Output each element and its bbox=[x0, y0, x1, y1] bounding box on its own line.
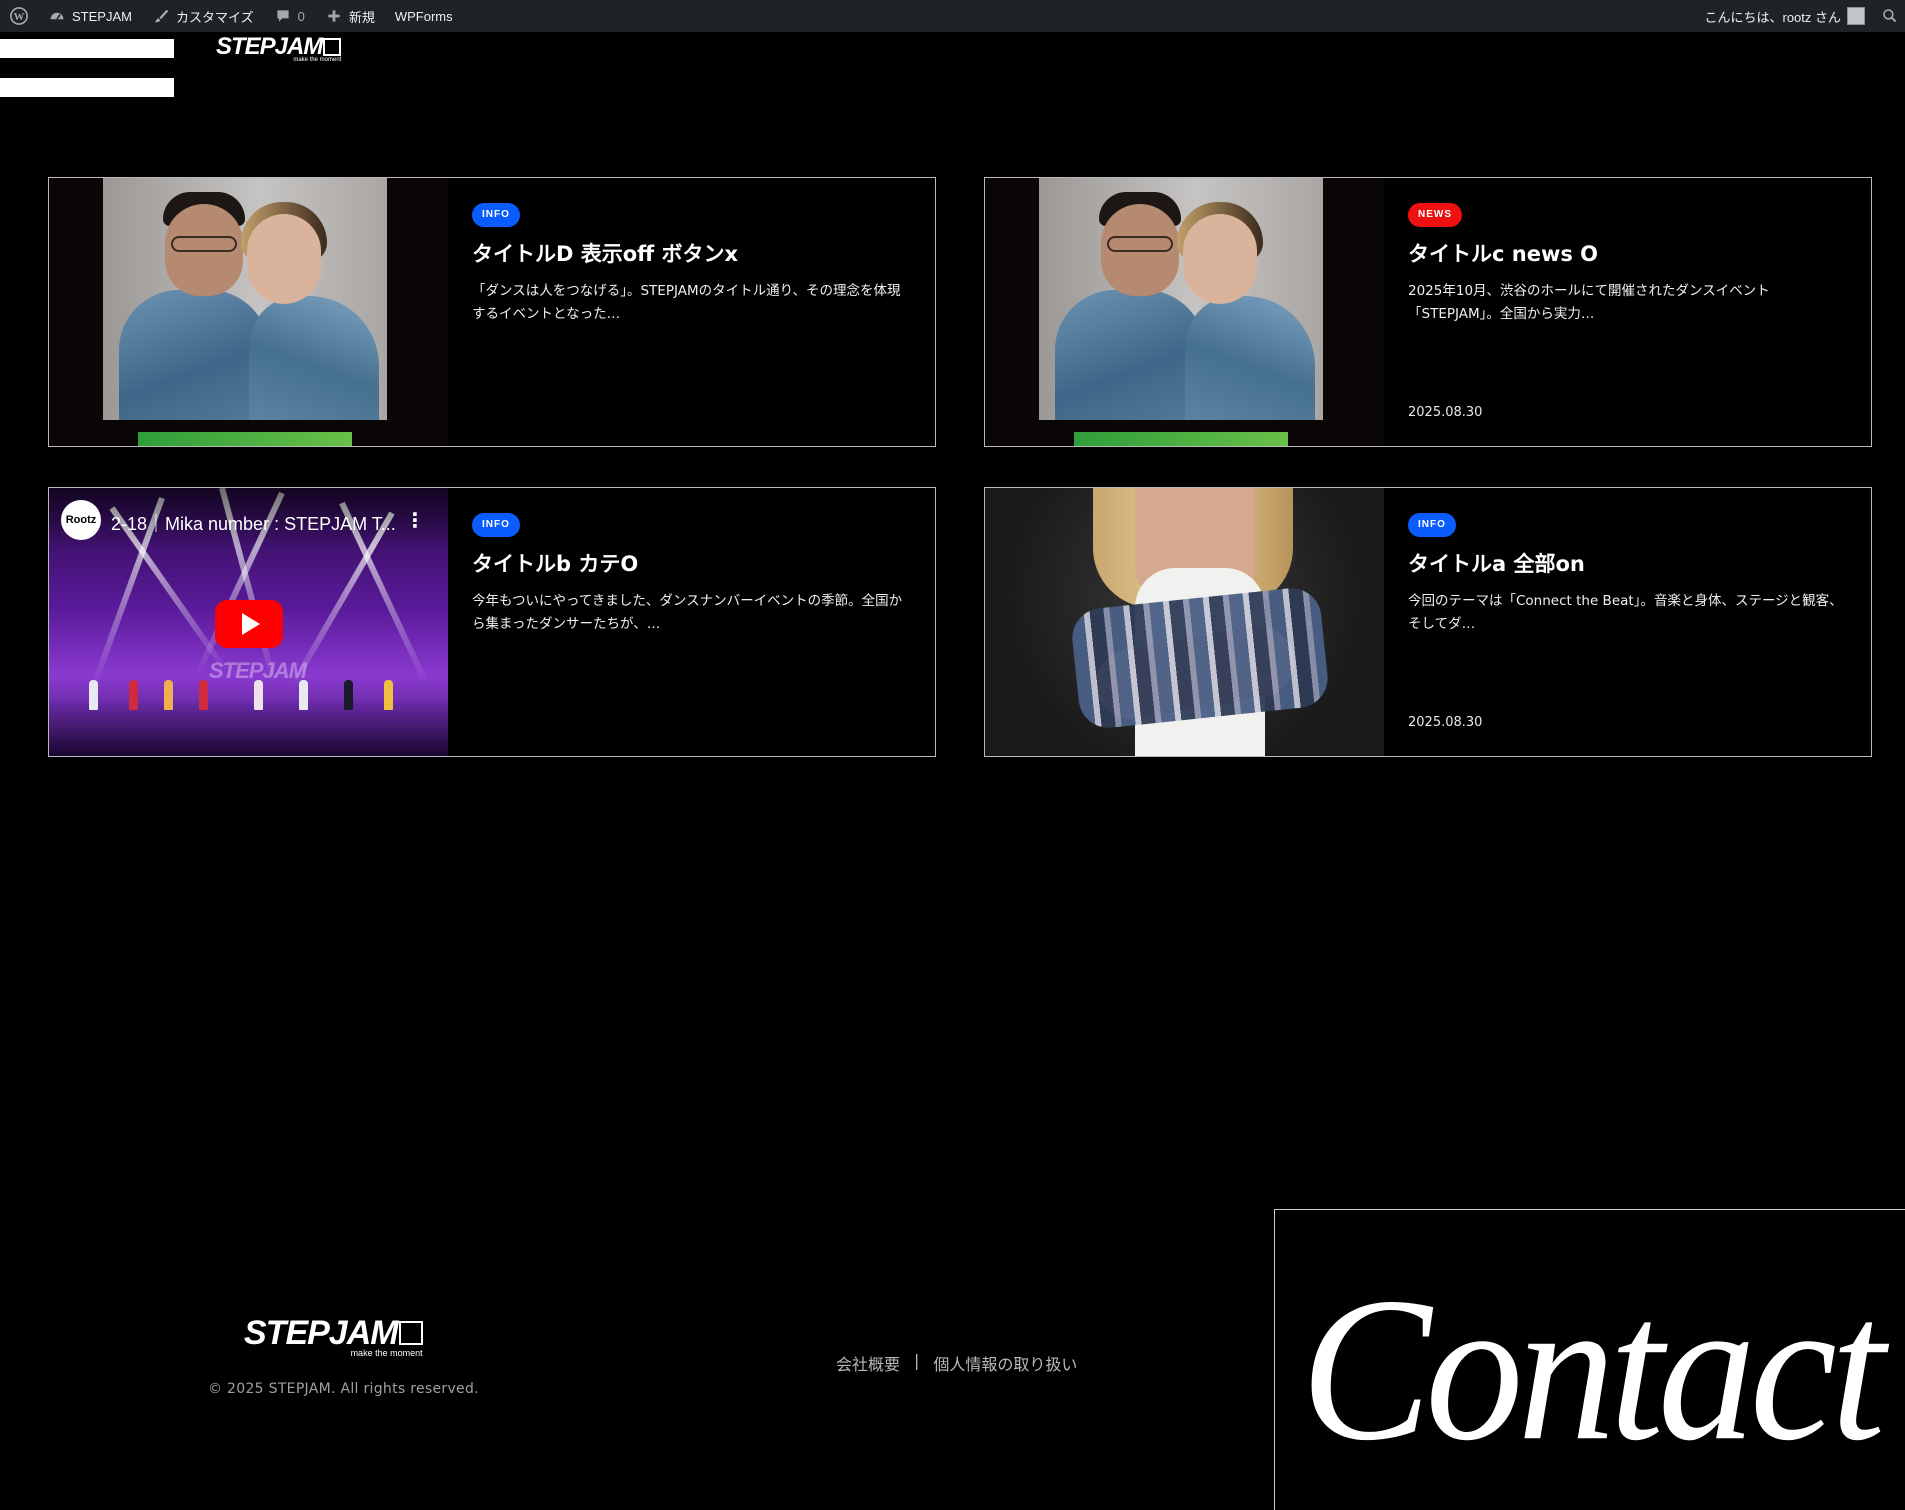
card-excerpt: 「ダンスは人をつなげる」。STEPJAMのタイトル通り、その理念を体現するイベン… bbox=[472, 283, 901, 322]
news-card[interactable]: STEPJAM Rootz 2-18｜Mika number : STEPJAM… bbox=[48, 487, 936, 757]
svg-text:W: W bbox=[14, 11, 25, 23]
card-excerpt: 2025年10月、渋谷のホールにて開催されたダンスイベント「STEPJAM」。全… bbox=[1408, 283, 1770, 322]
plus-icon bbox=[325, 7, 343, 25]
comment-icon bbox=[274, 7, 292, 25]
video-title[interactable]: 2-18｜Mika number : STEPJAM T... bbox=[111, 510, 396, 536]
play-button[interactable] bbox=[215, 600, 283, 648]
news-card[interactable]: INFO タイトルa 全部on 今回のテーマは「Connect the Beat… bbox=[984, 487, 1872, 757]
comments-count: 0 bbox=[297, 8, 305, 24]
news-card[interactable]: INFO タイトルD 表示off ボタンx 「ダンスは人をつなげる」。STEPJ… bbox=[48, 177, 936, 447]
avatar-icon bbox=[1847, 7, 1865, 25]
more-vertical-icon[interactable]: ⋮ bbox=[405, 508, 425, 532]
category-badge: NEWS bbox=[1408, 203, 1462, 227]
footer-logo[interactable]: STEPJAM make the moment bbox=[244, 1316, 423, 1358]
wpforms-menu[interactable]: WPForms bbox=[385, 0, 463, 32]
company-link[interactable]: 会社概要 bbox=[836, 1351, 900, 1375]
site-name-menu[interactable]: STEPJAM bbox=[38, 0, 142, 32]
card-title: タイトルa 全部on bbox=[1408, 552, 1585, 576]
site-name-label: STEPJAM bbox=[72, 8, 132, 24]
card-date: 2025.08.30 bbox=[1408, 715, 1483, 730]
footer-separator: | bbox=[914, 1351, 920, 1370]
new-label: 新規 bbox=[348, 9, 375, 25]
card-thumbnail-image bbox=[985, 488, 1384, 756]
customize-label: カスタマイズ bbox=[175, 9, 254, 25]
news-card[interactable]: NEWS タイトルc news O 2025年10月、渋谷のホールにて開催された… bbox=[984, 177, 1872, 447]
logo-mark-icon bbox=[323, 38, 342, 56]
search-icon bbox=[1881, 7, 1899, 25]
comments-link[interactable]: 0 bbox=[264, 0, 315, 32]
greeting-label: こんにちは、rootz さん bbox=[1704, 9, 1841, 25]
customize-link[interactable]: カスタマイズ bbox=[142, 0, 264, 32]
site-logo-text: STEPJAM bbox=[216, 33, 323, 60]
dashboard-icon bbox=[48, 7, 66, 25]
copyright-text: © 2025 STEPJAM. All rights reserved. bbox=[208, 1381, 479, 1397]
logo-mark-icon bbox=[398, 1321, 423, 1345]
hamburger-menu-button[interactable] bbox=[0, 39, 174, 99]
footer-links: 会社概要 | 個人情報の取り扱い bbox=[836, 1351, 1077, 1375]
video-embed[interactable]: STEPJAM Rootz 2-18｜Mika number : STEPJAM… bbox=[49, 488, 448, 756]
wpforms-label: WPForms bbox=[394, 8, 453, 24]
new-content-menu[interactable]: 新規 bbox=[315, 0, 385, 32]
contact-button[interactable]: Contact bbox=[1274, 1209, 1905, 1510]
category-badge: INFO bbox=[472, 203, 520, 227]
my-account-menu[interactable]: こんにちは、rootz さん bbox=[1694, 0, 1875, 32]
search-button[interactable] bbox=[1875, 0, 1905, 32]
site-logo[interactable]: STEPJAM make the moment bbox=[216, 33, 342, 63]
wordpress-icon: W bbox=[10, 7, 28, 25]
card-excerpt: 今年もついにやってきました、ダンスナンバーイベントの季節。全国から集まったダンサ… bbox=[472, 593, 903, 632]
card-title: タイトルb カテO bbox=[472, 552, 639, 576]
play-icon bbox=[242, 613, 260, 635]
card-thumbnail-image bbox=[49, 178, 448, 446]
wordpress-menu[interactable]: W bbox=[0, 0, 38, 32]
card-thumbnail-image bbox=[985, 178, 1384, 446]
card-excerpt: 今回のテーマは「Connect the Beat」。音楽と身体、ステージと観客、… bbox=[1408, 593, 1843, 632]
category-badge: INFO bbox=[472, 513, 520, 537]
card-date: 2025.08.30 bbox=[1408, 405, 1483, 420]
hamburger-icon-bar bbox=[0, 78, 174, 97]
card-title: タイトルD 表示off ボタンx bbox=[472, 242, 739, 266]
privacy-link[interactable]: 個人情報の取り扱い bbox=[933, 1351, 1077, 1375]
contact-label: Contact bbox=[1300, 1255, 1886, 1484]
hamburger-icon bbox=[0, 39, 174, 58]
admin-bar: W STEPJAM カスタマイズ 0 新規 WPForms こんにちは、root… bbox=[0, 0, 1905, 32]
card-title: タイトルc news O bbox=[1408, 242, 1599, 266]
footer-logo-text: STEPJAM bbox=[244, 1314, 399, 1352]
category-badge: INFO bbox=[1408, 513, 1456, 537]
brush-icon bbox=[152, 7, 170, 25]
channel-avatar[interactable]: Rootz bbox=[61, 500, 101, 540]
